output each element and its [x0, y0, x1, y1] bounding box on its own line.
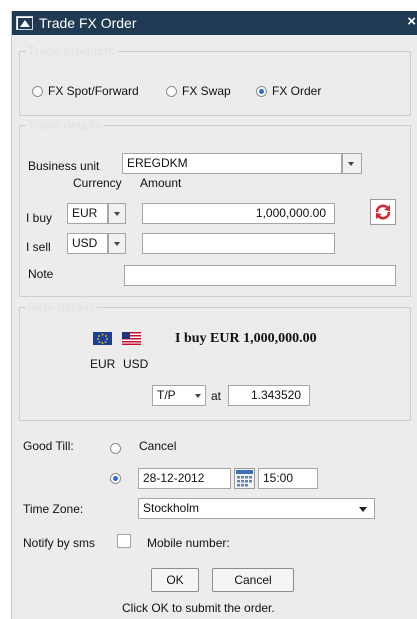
rate-summary: I buy EUR 1,000,000.00	[175, 331, 317, 346]
good-till-cancel-label: Cancel	[139, 439, 177, 453]
buy-currency-select[interactable]: EUR	[67, 203, 108, 224]
title-bar[interactable]: Trade FX Order ×	[12, 11, 417, 35]
buy-currency-dropdown[interactable]	[108, 203, 126, 224]
mobile-number-label: Mobile number:	[147, 536, 230, 550]
amount-header: Amount	[140, 176, 182, 190]
window-title: Trade FX Order	[39, 15, 137, 31]
buy-amount-field[interactable]: 1,000,000.00	[142, 203, 335, 224]
fx-order-radio[interactable]	[256, 86, 267, 97]
currency-header: Currency	[73, 176, 122, 190]
us-flag-icon	[122, 332, 141, 345]
note-field[interactable]	[124, 265, 396, 286]
good-till-time-field[interactable]: 15:00	[258, 468, 318, 489]
buy-label: I buy	[26, 211, 53, 225]
sell-currency-select[interactable]: USD	[67, 233, 108, 254]
footer-hint: Click OK to submit the order.	[122, 601, 275, 615]
time-zone-value: Stockholm	[143, 501, 200, 515]
business-unit-dropdown[interactable]	[342, 153, 362, 174]
rate-field[interactable]: 1.343520	[228, 385, 310, 406]
good-till-cancel-radio[interactable]	[110, 443, 121, 454]
trade-fx-order-dialog: Trade FX Order × Trade products FX Spot/…	[11, 11, 417, 619]
fx-order-label: FX Order	[272, 84, 322, 98]
ccy1-label: EUR	[90, 357, 116, 371]
good-till-label: Good Till:	[23, 439, 74, 453]
sell-currency-dropdown[interactable]	[108, 233, 126, 254]
fx-swap-radio[interactable]	[166, 86, 177, 97]
business-unit-field[interactable]: EREGDKM	[122, 153, 342, 174]
chevron-down-icon	[359, 507, 367, 512]
swap-arrows-icon	[375, 204, 391, 220]
close-icon[interactable]: ×	[407, 13, 416, 30]
fx-swap-label: FX Swap	[182, 84, 231, 98]
time-zone-label: Time Zone:	[23, 502, 84, 516]
rate-details-legend: Rate details	[28, 300, 96, 314]
trade-products-group: Trade products	[19, 44, 411, 116]
notify-sms-label: Notify by sms	[23, 536, 96, 550]
app-logo-icon	[16, 16, 33, 30]
eu-flag-icon	[93, 332, 112, 345]
note-label: Note	[28, 267, 54, 281]
swap-currency-button[interactable]	[370, 199, 396, 225]
time-zone-select[interactable]: Stockholm	[138, 498, 375, 519]
good-till-date-radio[interactable]	[110, 473, 121, 484]
sell-amount-field[interactable]	[142, 233, 335, 254]
business-unit-label: Business unit	[28, 159, 100, 173]
trade-products-legend: Trade products	[28, 44, 115, 58]
trade-details-legend: Trade details	[28, 118, 102, 132]
at-label: at	[211, 389, 222, 403]
ccy2-label: USD	[123, 357, 149, 371]
good-till-date-field[interactable]: 28-12-2012	[138, 468, 231, 489]
order-type-dropdown[interactable]	[190, 385, 206, 406]
fx-spot-forward-label: FX Spot/Forward	[48, 84, 139, 98]
calendar-icon[interactable]	[234, 468, 255, 489]
ok-button[interactable]: OK	[151, 568, 199, 592]
order-type-select[interactable]: T/P	[152, 385, 190, 406]
cancel-button[interactable]: Cancel	[212, 568, 294, 592]
fx-spot-forward-radio[interactable]	[32, 86, 43, 97]
sell-label: I sell	[26, 240, 51, 254]
notify-sms-checkbox[interactable]	[117, 534, 131, 548]
